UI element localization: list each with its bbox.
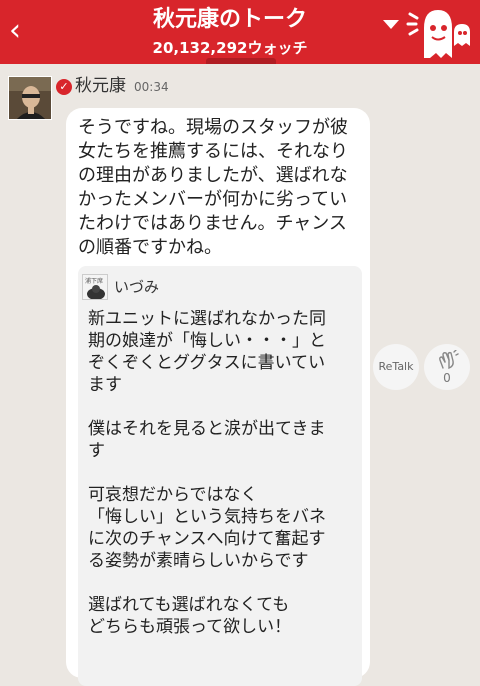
page-title: 秋元康のトーク — [152, 7, 307, 32]
top-bar: ‹ 秋元康のトーク 20,132,292ウォッチ — [0, 0, 480, 64]
quoted-avatar-image: 浦下席 — [83, 275, 107, 299]
quoted-text: 新ユニットに選ばれなかった同 期の娘達が「悔しい・・・」と ぞくぞくとググタスに… — [88, 309, 326, 637]
back-button[interactable]: ‹ — [4, 14, 26, 48]
retalk-button[interactable]: ReTalk — [373, 344, 419, 390]
dropdown-triangle-icon[interactable] — [383, 20, 399, 29]
message-text: そうですね。現場のスタッフが彼 女たちを推薦するには、それなり の理由がありまし… — [78, 117, 348, 258]
watch-count: 20,132,292ウォッチ — [152, 39, 308, 57]
author-avatar[interactable] — [8, 76, 52, 120]
ghost-mascot-icon[interactable] — [404, 2, 476, 62]
author-name[interactable]: 秋元康 — [75, 74, 126, 98]
scroll-handle[interactable] — [206, 58, 276, 64]
quoted-author-avatar[interactable]: 浦下席 — [82, 274, 108, 300]
quoted-avatar-label: 浦下席 — [85, 277, 103, 285]
avatar-photo — [9, 77, 51, 119]
quoted-author-name[interactable]: いづみ — [114, 276, 159, 298]
like-count: 0 — [443, 371, 451, 385]
verified-check-icon: ✓ — [56, 79, 72, 95]
post-time: 00:34 — [134, 80, 169, 94]
like-button[interactable]: 0 — [424, 344, 470, 390]
chevron-left-icon: ‹ — [9, 13, 21, 48]
clapping-hands-icon — [439, 350, 459, 370]
